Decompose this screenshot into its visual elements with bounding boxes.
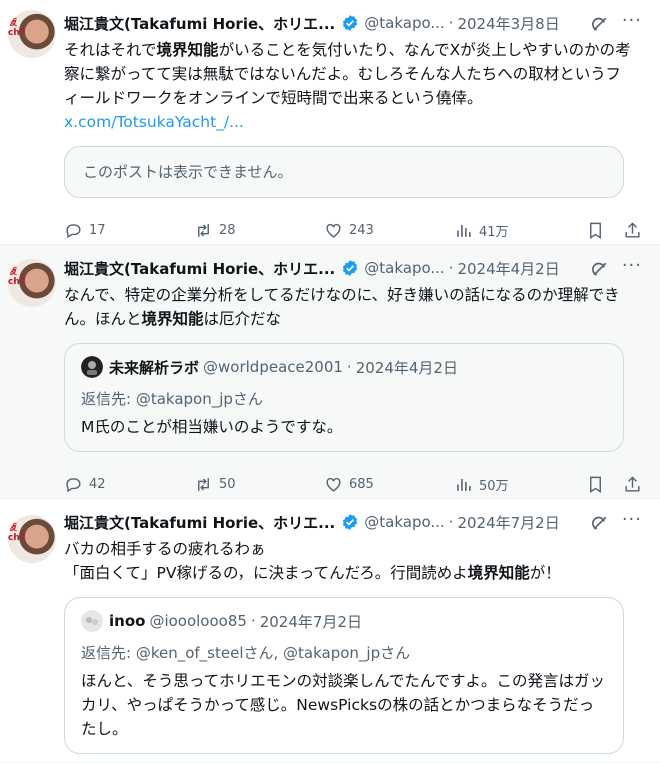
tweet-header: 堀江貴文(Takafumi Horie、ホリエ... @takapo... · …: [64, 257, 644, 279]
like-icon: [326, 477, 341, 492]
quoted-reply-to: 返信先: @takapon_jpさん: [81, 390, 263, 408]
avatar[interactable]: 疲ch?: [8, 259, 56, 307]
grok-icon[interactable]: [590, 259, 610, 279]
avatar[interactable]: 疲ch?: [8, 515, 56, 563]
separator-dot: ·: [250, 612, 256, 630]
repost-button[interactable]: 28: [194, 221, 324, 240]
reply-button[interactable]: 42: [64, 475, 194, 494]
grok-icon[interactable]: [590, 513, 610, 533]
views-icon: [457, 224, 471, 237]
more-icon[interactable]: ···: [622, 509, 642, 530]
quoted-author-handle[interactable]: @iooolooo85: [149, 612, 247, 630]
reply-button[interactable]: 17: [64, 221, 194, 240]
grok-icon[interactable]: [590, 14, 610, 34]
separator-dot: ·: [448, 513, 454, 531]
quoted-post[interactable]: 未来解析ラボ @worldpeace2001 · 2024年4月2日 返信先: …: [64, 343, 624, 452]
quoted-author-name[interactable]: inoo: [109, 612, 145, 630]
bookmark-icon[interactable]: [586, 475, 605, 494]
unavailable-post-card: このポストは表示できません。: [64, 146, 624, 198]
repost-icon: [198, 223, 209, 237]
repost-button[interactable]: 50: [194, 475, 324, 494]
avatar[interactable]: 疲ch?: [8, 10, 56, 58]
views-button[interactable]: 41万: [454, 221, 586, 240]
more-icon[interactable]: ···: [622, 10, 642, 31]
like-icon: [326, 223, 341, 238]
separator-dot: ·: [448, 14, 454, 32]
separator-dot: ·: [448, 259, 454, 277]
tweet[interactable]: 疲ch? 堀江貴文(Takafumi Horie、ホリエ... @takapo.…: [0, 0, 660, 245]
verified-badge-icon: [343, 514, 358, 530]
quoted-post[interactable]: inoo @iooolooo85 · 2024年7月2日 返信先: @ken_o…: [64, 597, 624, 754]
separator-dot: ·: [346, 358, 352, 376]
post-date[interactable]: 2024年7月2日: [457, 512, 559, 533]
quoted-text: M氏のことが相当嫌いのようですな。: [81, 418, 343, 436]
like-button[interactable]: 685: [324, 475, 454, 494]
bookmark-icon[interactable]: [586, 221, 605, 240]
tweet-text: なんで、特定の企業分析をしてるだけなのに、好き嫌いの話になるのか理解できん。ほん…: [64, 286, 620, 328]
author-name[interactable]: 堀江貴文(Takafumi Horie、ホリエ...: [64, 512, 335, 533]
author-name[interactable]: 堀江貴文(Takafumi Horie、ホリエ...: [64, 258, 335, 279]
share-icon[interactable]: [623, 475, 642, 494]
reply-icon: [66, 477, 81, 492]
like-button[interactable]: 243: [324, 221, 454, 240]
post-date[interactable]: 2024年3月8日: [457, 13, 559, 34]
repost-icon: [198, 477, 209, 491]
author-handle[interactable]: @takapo...: [364, 259, 444, 277]
tweet-text: バカの相手するの疲れるわぁ 「面白くて」PV稼げるの，に決まってんだろ。行間読め…: [64, 540, 561, 582]
quoted-date: 2024年4月2日: [355, 358, 458, 377]
share-icon[interactable]: [623, 221, 642, 240]
reply-icon: [66, 223, 81, 238]
views-icon: [457, 478, 471, 491]
quoted-text: ほんと、そう思ってホリエモンの対談楽しんでたんですよ。この発言はガッカリ、やっぱ…: [81, 672, 606, 738]
action-bar: 17 28 243 41万: [64, 212, 644, 248]
author-name[interactable]: 堀江貴文(Takafumi Horie、ホリエ...: [64, 13, 335, 34]
post-date[interactable]: 2024年4月2日: [457, 258, 559, 279]
tweet-text: それはそれで境界知能がいることを気付いたり、なんでXが炎上しやすいのかの考察に繋…: [64, 41, 631, 131]
verified-badge-icon: [343, 15, 358, 31]
action-bar: 42 50 685 50万: [64, 466, 644, 502]
tweet-header: 堀江貴文(Takafumi Horie、ホリエ... @takapo... · …: [64, 511, 644, 533]
tweet[interactable]: 疲ch? 堀江貴文(Takafumi Horie、ホリエ... @takapo.…: [0, 499, 660, 763]
timeline: 疲ch? 堀江貴文(Takafumi Horie、ホリエ... @takapo.…: [0, 0, 660, 763]
quoted-avatar[interactable]: [81, 610, 103, 632]
quoted-author-handle[interactable]: @worldpeace2001: [203, 358, 343, 376]
quoted-avatar[interactable]: [81, 356, 103, 378]
more-icon[interactable]: ···: [622, 255, 642, 276]
tweet-link[interactable]: x.com/TotsukaYacht_/...: [64, 113, 244, 131]
views-button[interactable]: 50万: [454, 475, 586, 494]
author-handle[interactable]: @takapo...: [364, 14, 444, 32]
verified-badge-icon: [343, 260, 358, 276]
tweet[interactable]: 疲ch? 堀江貴文(Takafumi Horie、ホリエ... @takapo.…: [0, 245, 660, 499]
quoted-author-name[interactable]: 未来解析ラボ: [109, 357, 199, 378]
author-handle[interactable]: @takapo...: [364, 513, 444, 531]
tweet-header: 堀江貴文(Takafumi Horie、ホリエ... @takapo... · …: [64, 12, 644, 34]
quoted-date: 2024年7月2日: [259, 612, 362, 631]
quoted-reply-to: 返信先: @ken_of_steelさん, @takapon_jpさん: [81, 644, 411, 662]
